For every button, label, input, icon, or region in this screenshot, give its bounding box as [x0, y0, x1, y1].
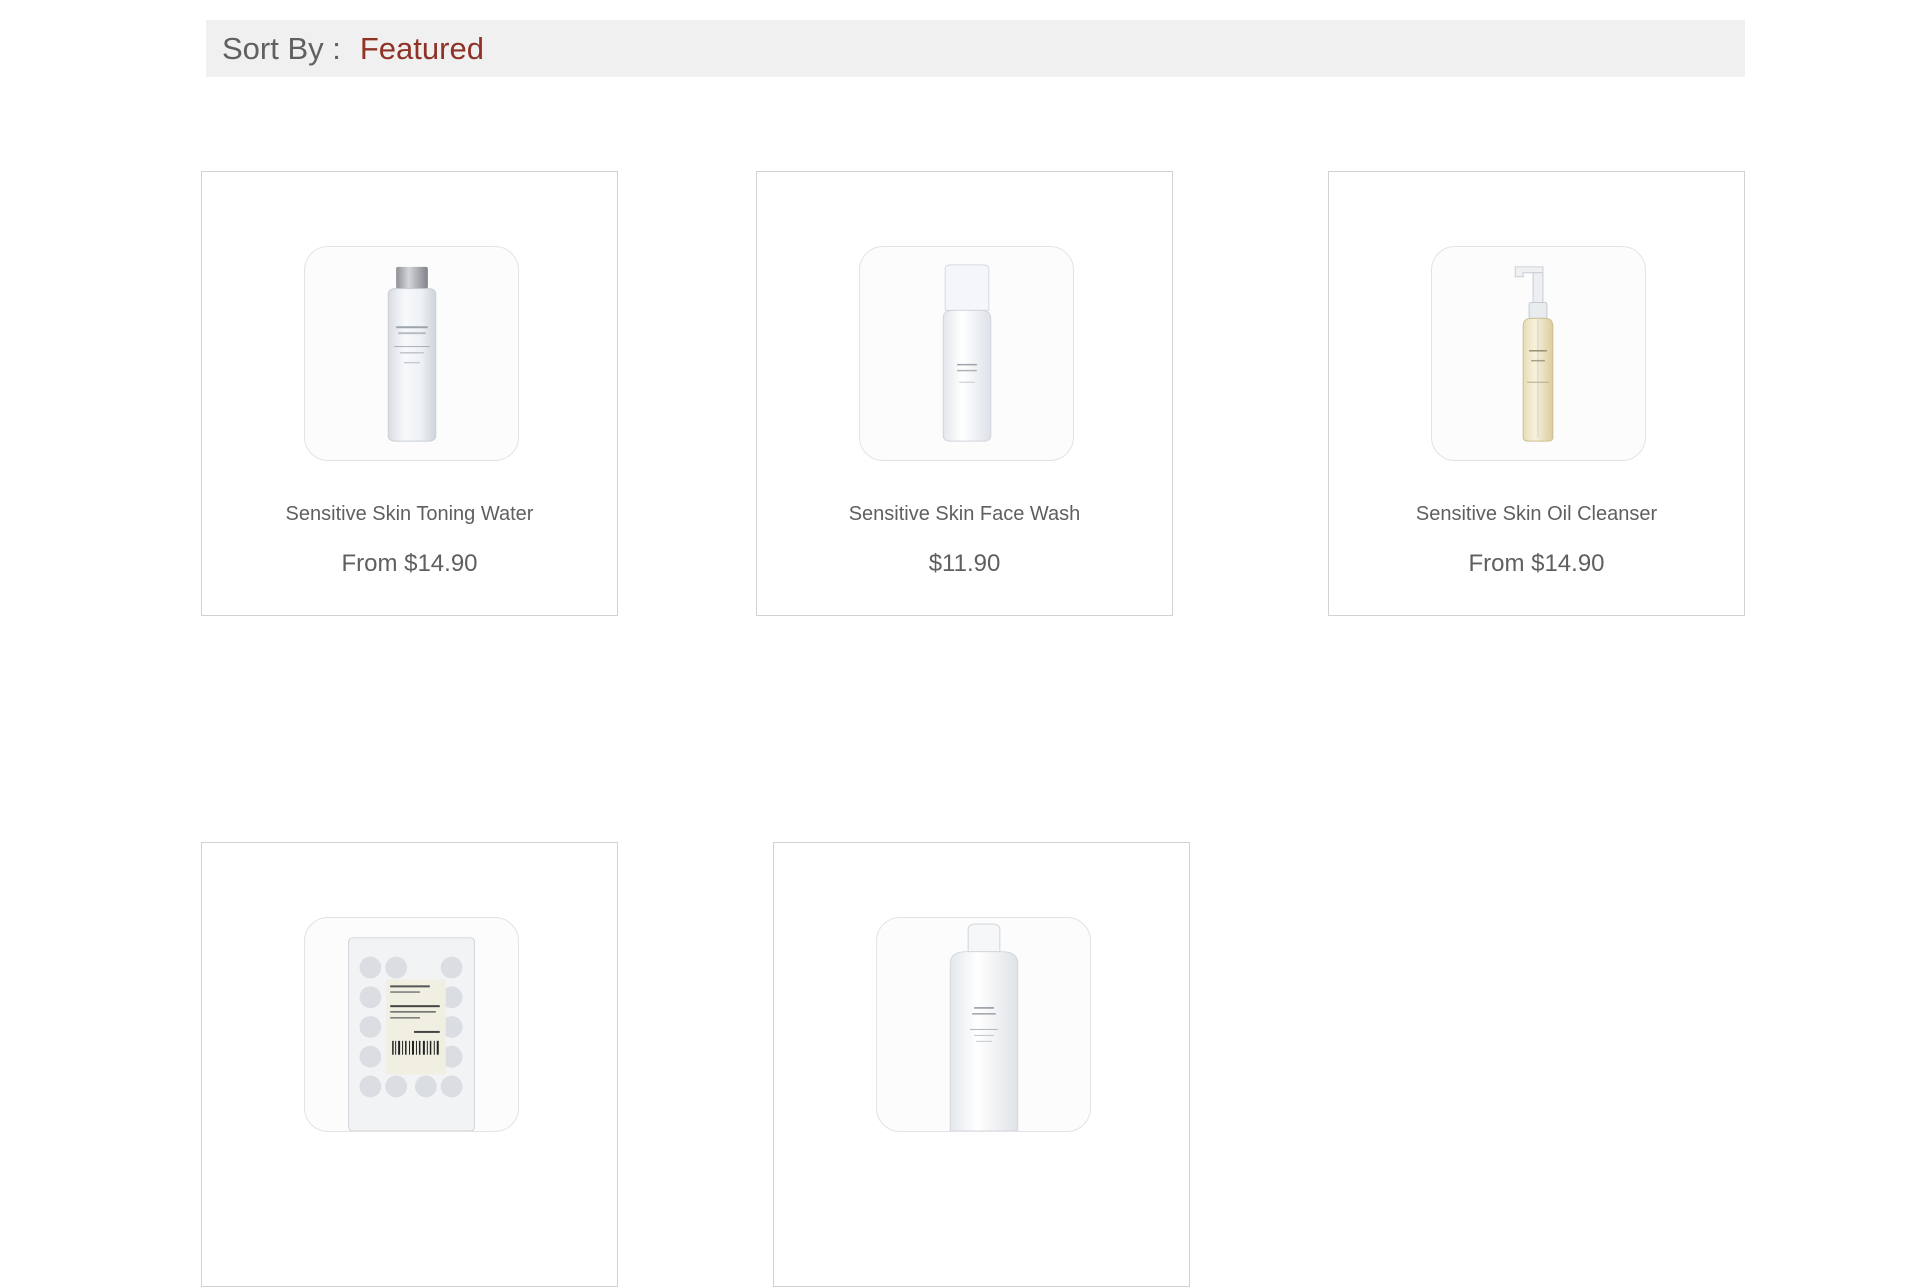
product-image[interactable] [859, 246, 1074, 461]
product-price: $11.90 [928, 550, 1001, 577]
face-wash-pump-bottle-icon [942, 264, 992, 442]
product-price: From $14.90 [1468, 550, 1605, 577]
compressed-face-mask-pack-icon [348, 937, 475, 1131]
product-image[interactable] [876, 917, 1091, 1132]
product-name[interactable]: Sensitive Skin Face Wash [757, 503, 1172, 526]
product-name[interactable]: Sensitive Skin Oil Cleanser [1329, 503, 1744, 526]
product-image[interactable] [1431, 246, 1646, 461]
product-card-body-milk[interactable] [773, 842, 1190, 1287]
product-image[interactable] [304, 917, 519, 1132]
toning-water-bottle-icon [387, 266, 437, 442]
product-card-face-mask-pack[interactable] [201, 842, 618, 1287]
sort-bar: Sort By : Featured [206, 20, 1745, 77]
product-price: From $14.90 [341, 550, 478, 577]
product-card-oil-cleanser[interactable]: Sensitive Skin Oil Cleanser From $14.90 [1328, 171, 1745, 616]
sort-by-dropdown[interactable]: Featured [360, 31, 484, 67]
product-image[interactable] [304, 246, 519, 461]
body-milk-bottle-icon [949, 923, 1019, 1131]
product-card-toning-water[interactable]: Sensitive Skin Toning Water From $14.90 [201, 171, 618, 616]
oil-cleanser-pump-bottle-icon [1514, 266, 1554, 442]
product-name[interactable]: Sensitive Skin Toning Water [202, 503, 617, 526]
sort-by-label: Sort By : [222, 30, 341, 66]
product-card-face-wash[interactable]: Sensitive Skin Face Wash $11.90 [756, 171, 1173, 616]
